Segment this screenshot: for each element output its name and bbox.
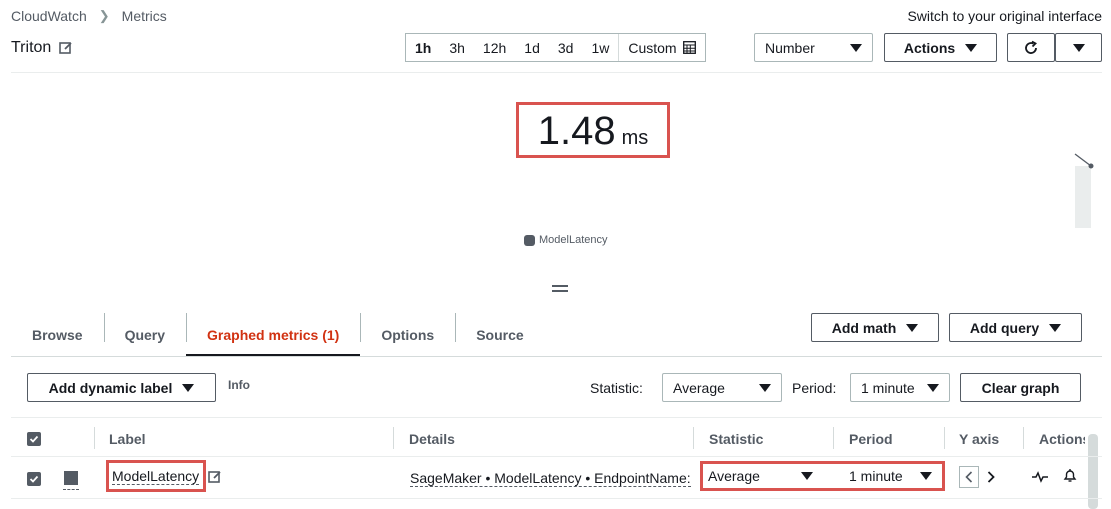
row-period-value: 1 minute (849, 468, 903, 484)
column-header-period[interactable]: Period (849, 431, 893, 447)
tab-options[interactable]: Options (360, 313, 455, 356)
refresh-button[interactable] (1007, 33, 1055, 62)
row-label[interactable]: ModelLatency (112, 468, 200, 485)
tab-browse[interactable]: Browse (11, 313, 104, 356)
row-statistic-value: Average (708, 468, 760, 484)
chevron-right-icon (987, 471, 995, 483)
dashboard-title-row: Triton (11, 39, 73, 57)
metric-unit: ms (621, 127, 649, 149)
edit-icon[interactable] (59, 41, 73, 55)
add-math-label: Add math (831, 319, 897, 336)
refresh-options-button[interactable] (1055, 33, 1102, 62)
tab-graphed-metrics[interactable]: Graphed metrics (1) (186, 313, 361, 357)
tabs-divider (11, 356, 1102, 357)
column-header-y-axis[interactable]: Y axis (959, 431, 999, 447)
add-query-label: Add query (969, 319, 1040, 336)
chevron-right-icon: ❯ (98, 8, 110, 23)
time-range-1h[interactable]: 1h (406, 34, 440, 61)
time-range-1w[interactable]: 1w (582, 34, 618, 61)
column-header-actions[interactable]: Actions (1039, 431, 1085, 447)
refresh-icon (1025, 40, 1037, 54)
select-all-checkbox[interactable] (27, 432, 41, 446)
metric-value-display: 1.48 ms (516, 102, 670, 158)
row-checkbox[interactable] (27, 472, 41, 486)
resize-handle[interactable] (552, 285, 568, 295)
edit-icon[interactable] (208, 470, 222, 484)
actions-button[interactable]: Actions (884, 33, 997, 62)
caret-down-icon (906, 323, 919, 332)
time-range-selector: 1h 3h 12h 1d 3d 1w Custom (405, 33, 706, 62)
column-header-statistic[interactable]: Statistic (709, 431, 763, 447)
row-statistic-select[interactable]: Average (708, 465, 813, 487)
clear-graph-label: Clear graph (981, 379, 1060, 396)
legend-color-swatch (524, 234, 535, 246)
period-label: Period: (792, 380, 837, 396)
chevron-left-icon (965, 471, 973, 483)
column-header-details[interactable]: Details (409, 431, 455, 447)
y-axis-right-button[interactable] (983, 466, 999, 488)
page-title: Triton (11, 39, 52, 56)
column-header-label[interactable]: Label (109, 431, 146, 447)
breadcrumb: CloudWatch ❯ Metrics (11, 8, 167, 24)
time-range-1d[interactable]: 1d (515, 34, 549, 61)
toolbar-divider (11, 417, 1102, 418)
metrics-tabs: Browse Query Graphed metrics (1) Options… (11, 313, 545, 357)
series-color-swatch[interactable] (64, 471, 78, 485)
custom-time-range-button[interactable]: Custom (618, 34, 704, 61)
statistic-select[interactable]: Average (662, 373, 782, 402)
caret-down-icon (850, 43, 862, 52)
visualization-type-value: Number (765, 39, 815, 56)
statistic-label: Statistic: (590, 380, 643, 396)
add-math-button[interactable]: Add math (811, 313, 939, 342)
row-label-highlight: ModelLatency (106, 460, 206, 492)
time-range-3d[interactable]: 3d (549, 34, 583, 61)
metric-value: 1.48 (537, 109, 616, 153)
visualization-type-select[interactable]: Number (754, 33, 873, 62)
graph-anomaly-icon[interactable] (1032, 471, 1048, 483)
calendar-icon (682, 41, 696, 54)
caret-down-icon (1072, 43, 1085, 52)
tab-query[interactable]: Query (103, 313, 186, 356)
add-dynamic-label-text: Add dynamic label (48, 379, 173, 396)
breadcrumb-current: Metrics (121, 8, 167, 24)
period-value: 1 minute (861, 379, 915, 396)
period-select[interactable]: 1 minute (850, 373, 950, 402)
table-row-divider (11, 498, 1102, 499)
chart-legend: ModelLatency (524, 234, 608, 246)
caret-down-icon (801, 472, 813, 480)
table-header-divider (11, 456, 1102, 457)
legend-label: ModelLatency (539, 234, 608, 246)
caret-down-icon (965, 43, 978, 52)
breadcrumb-cloudwatch-link[interactable]: CloudWatch (11, 8, 87, 24)
caret-down-icon (182, 383, 195, 392)
add-query-button[interactable]: Add query (949, 313, 1082, 342)
row-details[interactable]: SageMaker • ModelLatency • EndpointName: (410, 470, 691, 487)
y-axis-left-button[interactable] (959, 466, 979, 488)
caret-down-icon (1049, 323, 1062, 332)
row-period-select[interactable]: 1 minute (849, 465, 932, 487)
add-dynamic-label-button[interactable]: Add dynamic label (27, 373, 216, 402)
time-range-12h[interactable]: 12h (474, 34, 515, 61)
caret-down-icon (920, 472, 932, 480)
tab-source[interactable]: Source (455, 313, 544, 356)
caret-down-icon (927, 383, 939, 392)
info-link[interactable]: Info (228, 378, 250, 392)
header-divider (11, 72, 1102, 73)
sparkline (1074, 153, 1094, 228)
clear-graph-button[interactable]: Clear graph (960, 373, 1081, 402)
actions-label: Actions (903, 39, 956, 56)
custom-label: Custom (628, 39, 677, 56)
switch-interface-link[interactable]: Switch to your original interface (907, 8, 1102, 24)
statistic-value: Average (673, 379, 725, 396)
caret-down-icon (759, 383, 771, 392)
alarm-bell-icon[interactable] (1062, 468, 1078, 484)
time-range-3h[interactable]: 3h (440, 34, 474, 61)
